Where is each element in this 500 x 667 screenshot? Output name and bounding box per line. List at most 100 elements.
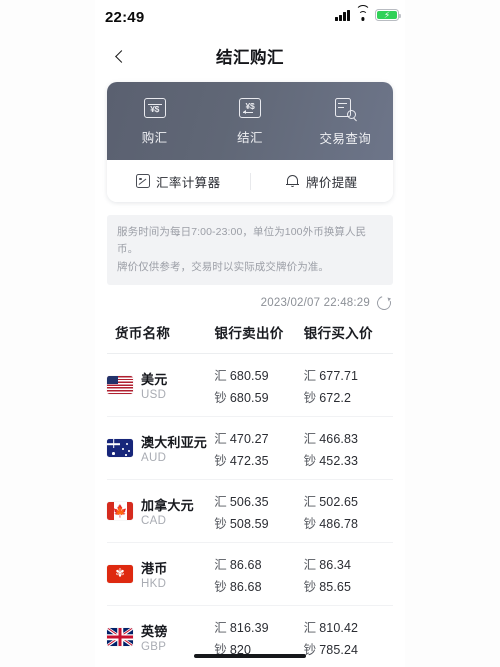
signal-bars-icon — [335, 9, 350, 21]
currency-name: 加拿大元 — [141, 498, 194, 514]
bank-buy-cell: 汇 466.83 钞 452.33 — [304, 428, 393, 469]
action-card-wrapper: ¥$ 购汇 ¥$ 结汇 交易查询 汇率计算器 牌价提醒 — [95, 78, 405, 202]
quick-action-sell-forex[interactable]: ¥$ 结汇 — [202, 98, 297, 147]
nav-bar: 结汇购汇 — [95, 34, 405, 78]
wifi-icon — [355, 4, 370, 21]
back-button[interactable] — [107, 43, 133, 69]
sell-cash-price: 钞 472.35 — [214, 453, 269, 468]
rate-alert-link[interactable]: 牌价提醒 — [251, 172, 394, 191]
hk-flag-icon: ✾ — [107, 565, 133, 584]
rate-calculator-label: 汇率计算器 — [155, 175, 221, 190]
sell-cash-price: 钞 508.59 — [214, 516, 269, 531]
rate-calculator-icon — [135, 174, 150, 188]
buy-cash-price: 钞 452.33 — [303, 453, 359, 468]
bank-buy-cell: 汇 502.65 钞 486.78 — [304, 491, 393, 532]
page-title: 结汇购汇 — [216, 49, 284, 67]
rates-table: 货币名称 银行卖出价 银行买入价 美元 USD 汇 680.59 钞 680.59 汇 677… — [95, 319, 405, 667]
currency-code: HKD — [141, 578, 167, 591]
quick-action-label-0: 购汇 — [141, 131, 168, 145]
phone-screen: 22:49 ⚡ 结汇购汇 ¥$ 购汇 ¥$ 结汇 交易查询 汇率计算器 牌价提醒… — [95, 0, 405, 667]
buy-remit-price: 汇 810.42 — [303, 620, 359, 635]
notice-line-2: 牌价仅供参考，交易时以实际成交牌价为准。 — [117, 260, 329, 273]
refresh-icon[interactable] — [377, 296, 391, 310]
quick-action-label-1: 结汇 — [237, 131, 263, 145]
header-bank-buy: 银行买入价 — [303, 325, 373, 341]
card-links-row: 汇率计算器 牌价提醒 — [107, 160, 393, 202]
buy-remit-price: 汇 502.65 — [303, 494, 359, 509]
currency-code: CAD — [141, 515, 167, 528]
sell-foreign-currency-icon: ¥$ — [238, 98, 261, 118]
quick-action-symbol-0: ¥$ — [150, 104, 160, 114]
header-currency-name: 货币名称 — [115, 325, 171, 341]
bank-sell-cell: 汇 680.59 钞 680.59 — [214, 365, 303, 406]
currency-cell: 澳大利亚元 AUD — [107, 432, 214, 464]
bank-sell-cell: 汇 816.39 钞 820 — [214, 617, 303, 658]
action-card: ¥$ 购汇 ¥$ 结汇 交易查询 汇率计算器 牌价提醒 — [107, 82, 393, 202]
ca-flag-icon: 🍁 — [107, 502, 133, 521]
gb-flag-icon — [107, 628, 133, 647]
currency-code: USD — [141, 389, 167, 402]
header-bank-sell: 银行卖出价 — [214, 325, 284, 341]
buy-foreign-currency-icon: ¥$ — [143, 98, 166, 118]
sell-remit-price: 汇 86.68 — [214, 557, 262, 572]
bank-sell-cell: 汇 470.27 钞 472.35 — [214, 428, 303, 469]
screen-viewport: 22:49 ⚡ 结汇购汇 ¥$ 购汇 ¥$ 结汇 交易查询 汇率计算器 牌价提醒… — [0, 0, 500, 667]
quick-action-label-2: 交易查询 — [319, 132, 372, 146]
table-row[interactable]: ✾ 港币 HKD 汇 86.68 钞 86.68 汇 86.34 钞 85.65 — [107, 543, 393, 606]
status-bar: 22:49 ⚡ — [95, 0, 405, 34]
currency-code: AUD — [141, 452, 167, 465]
status-indicators: ⚡ — [335, 4, 401, 21]
currency-name: 港币 — [141, 561, 168, 577]
rate-calculator-link[interactable]: 汇率计算器 — [107, 172, 250, 191]
transaction-search-icon — [334, 98, 357, 122]
service-notice: 服务时间为每日7:00-23:00，单位为100外币换算人民币。 牌价仅供参考，… — [107, 215, 393, 285]
charging-bolt-icon: ⚡ — [383, 9, 391, 20]
quick-actions-row: ¥$ 购汇 ¥$ 结汇 交易查询 — [107, 82, 393, 160]
table-row[interactable]: 🍁 加拿大元 CAD 汇 506.35 钞 508.59 汇 502.65 钞 486.78 — [107, 480, 393, 543]
table-row[interactable]: 美元 USD 汇 680.59 钞 680.59 汇 677.71 钞 672.2 — [107, 354, 393, 417]
bank-sell-cell: 汇 506.35 钞 508.59 — [214, 491, 303, 532]
bell-icon — [285, 174, 300, 189]
quote-timestamp: 2023/02/07 22:48:29 — [260, 296, 370, 309]
quick-action-buy-forex[interactable]: ¥$ 购汇 — [107, 98, 202, 147]
home-indicator — [194, 653, 306, 658]
currency-code: GBP — [141, 641, 167, 654]
status-time: 22:49 — [105, 8, 145, 26]
currency-name: 英镑 — [141, 624, 168, 640]
us-flag-icon — [107, 376, 133, 395]
table-row[interactable]: 澳大利亚元 AUD 汇 470.27 钞 472.35 汇 466.83 钞 452.33 — [107, 417, 393, 480]
au-flag-icon — [107, 439, 133, 458]
sell-cash-price: 钞 680.59 — [214, 390, 269, 405]
currency-cell: 英镑 GBP — [107, 621, 214, 653]
bank-sell-cell: 汇 86.68 钞 86.68 — [214, 554, 303, 595]
currency-cell: ✾ 港币 HKD — [107, 558, 214, 590]
bank-buy-cell: 汇 810.42 钞 785.24 — [304, 617, 393, 658]
table-body: 美元 USD 汇 680.59 钞 680.59 汇 677.71 钞 672.2 澳大利亚元 AUD… — [107, 354, 393, 667]
bank-buy-cell: 汇 677.71 钞 672.2 — [304, 365, 393, 406]
buy-cash-price: 钞 486.78 — [303, 516, 359, 531]
buy-cash-price: 钞 85.65 — [303, 579, 352, 594]
currency-cell: 🍁 加拿大元 CAD — [107, 495, 214, 527]
table-header-row: 货币名称 银行卖出价 银行买入价 — [107, 319, 393, 354]
buy-remit-price: 汇 677.71 — [303, 368, 359, 383]
sell-remit-price: 汇 506.35 — [214, 494, 269, 509]
sell-cash-price: 钞 86.68 — [214, 579, 262, 594]
sell-remit-price: 汇 816.39 — [214, 620, 269, 635]
battery-charging-icon: ⚡ — [375, 9, 401, 21]
sell-remit-price: 汇 470.27 — [214, 431, 269, 446]
buy-remit-price: 汇 466.83 — [303, 431, 359, 446]
chevron-left-icon — [115, 49, 128, 63]
buy-remit-price: 汇 86.34 — [303, 557, 352, 572]
buy-cash-price: 钞 672.2 — [303, 390, 352, 405]
rate-alert-label: 牌价提醒 — [305, 175, 358, 190]
buy-cash-price: 钞 785.24 — [303, 642, 359, 657]
notice-line-1: 服务时间为每日7:00-23:00，单位为100外币换算人民币。 — [117, 226, 367, 256]
quick-action-transaction-search[interactable]: 交易查询 — [298, 98, 393, 147]
bank-buy-cell: 汇 86.34 钞 85.65 — [304, 554, 393, 595]
quick-action-symbol-1: ¥$ — [245, 101, 255, 112]
currency-cell: 美元 USD — [107, 369, 214, 401]
sell-remit-price: 汇 680.59 — [214, 368, 269, 383]
timestamp-row: 2023/02/07 22:48:29 — [95, 285, 405, 319]
currency-name: 澳大利亚元 — [141, 435, 208, 451]
currency-name: 美元 — [141, 372, 168, 388]
